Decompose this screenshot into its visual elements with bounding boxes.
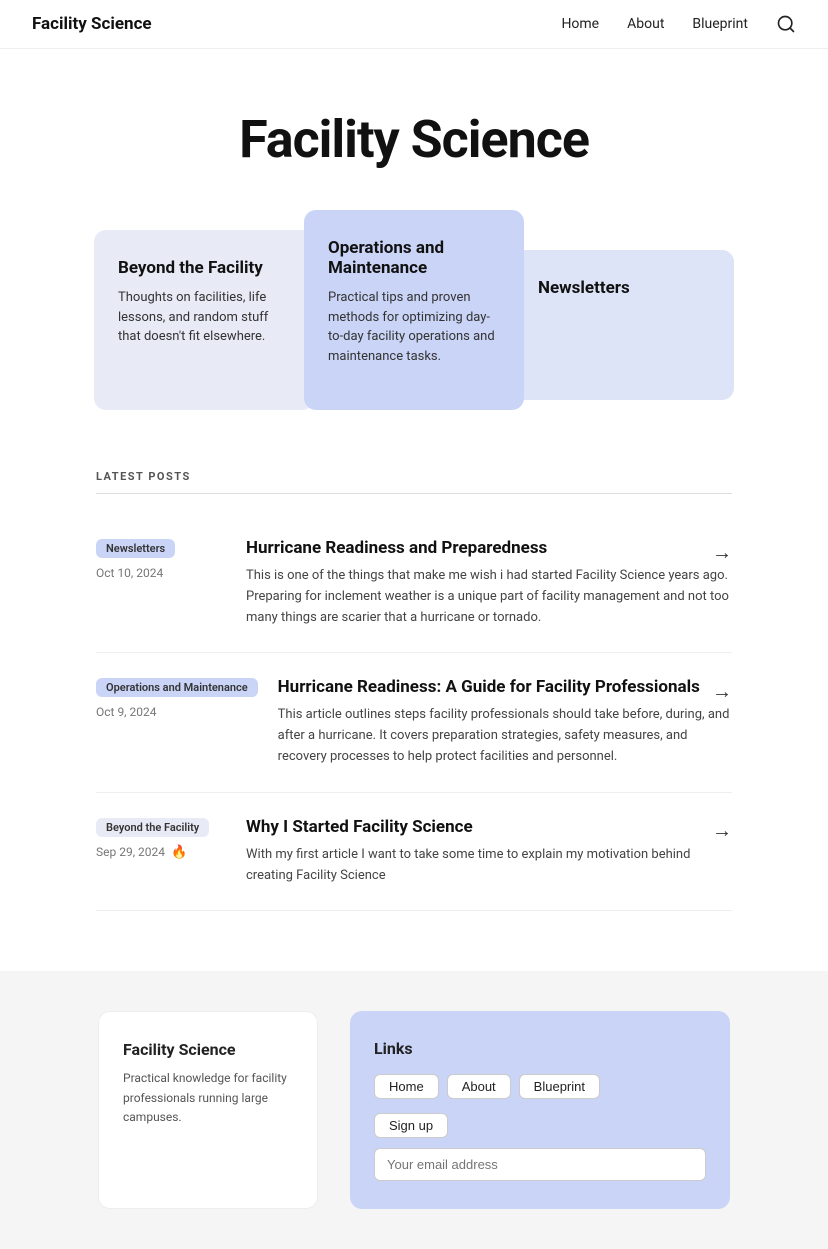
card-ops-desc: Practical tips and proven methods for op… (328, 288, 500, 366)
post-title[interactable]: Hurricane Readiness and Preparedness (246, 538, 547, 558)
post-meta: Newsletters Oct 10, 2024 (96, 538, 226, 580)
arrow-icon[interactable]: → (712, 679, 732, 704)
post-item: Newsletters Oct 10, 2024 Hurricane Readi… (96, 514, 732, 653)
post-desc: With my first article I want to take som… (246, 845, 732, 887)
nav-links: Home About Blueprint (561, 14, 796, 34)
post-tag[interactable]: Newsletters (96, 539, 175, 558)
post-tag[interactable]: Beyond the Facility (96, 818, 209, 837)
post-title[interactable]: Why I Started Facility Science (246, 817, 473, 837)
nav-logo[interactable]: Facility Science (32, 14, 152, 34)
card-ops[interactable]: Operations and Maintenance Practical tip… (304, 210, 524, 410)
post-item: Beyond the Facility Sep 29, 2024🔥 Why I … (96, 793, 732, 912)
post-meta: Beyond the Facility Sep 29, 2024🔥 (96, 817, 226, 860)
hero-section: Facility Science (0, 49, 828, 210)
post-header: Hurricane Readiness and Preparedness → (246, 538, 732, 566)
arrow-icon[interactable]: → (712, 540, 732, 565)
footer-links-row: Home About Blueprint (374, 1074, 706, 1099)
post-tag[interactable]: Operations and Maintenance (96, 678, 258, 697)
post-title[interactable]: Hurricane Readiness: A Guide for Facilit… (278, 677, 700, 697)
footer-links-title: Links (374, 1039, 706, 1058)
fire-icon: 🔥 (171, 845, 187, 860)
post-date: Sep 29, 2024🔥 (96, 845, 226, 860)
latest-label: LATEST POSTS (96, 470, 732, 494)
card-beyond-desc: Thoughts on facilities, life lessons, an… (118, 288, 290, 347)
arrow-icon[interactable]: → (712, 818, 732, 843)
footer-left: Facility Science Practical knowledge for… (98, 1011, 318, 1209)
post-item: Operations and Maintenance Oct 9, 2024 H… (96, 653, 732, 792)
post-header: Why I Started Facility Science → (246, 817, 732, 845)
post-content: Why I Started Facility Science → With my… (246, 817, 732, 887)
navbar: Facility Science Home About Blueprint (0, 0, 828, 49)
signup-button[interactable]: Sign up (374, 1113, 448, 1138)
footer-link-button[interactable]: About (447, 1074, 511, 1099)
email-input[interactable] (374, 1148, 706, 1181)
footer-link-button[interactable]: Blueprint (519, 1074, 600, 1099)
hero-title: Facility Science (20, 109, 808, 170)
post-date: Oct 10, 2024 (96, 566, 226, 580)
card-newsletters[interactable]: Newsletters (514, 250, 734, 400)
post-header: Hurricane Readiness: A Guide for Facilit… (278, 677, 732, 705)
post-date: Oct 9, 2024 (96, 705, 258, 719)
footer: Facility Science Practical knowledge for… (0, 971, 828, 1249)
nav-link-blueprint[interactable]: Blueprint (692, 16, 748, 32)
post-meta: Operations and Maintenance Oct 9, 2024 (96, 677, 258, 719)
post-content: Hurricane Readiness and Preparedness → T… (246, 538, 732, 628)
card-beyond[interactable]: Beyond the Facility Thoughts on faciliti… (94, 230, 314, 410)
post-content: Hurricane Readiness: A Guide for Facilit… (278, 677, 732, 767)
latest-posts-section: LATEST POSTS Newsletters Oct 10, 2024 Hu… (64, 470, 764, 971)
card-ops-title: Operations and Maintenance (328, 238, 500, 278)
footer-right: Links Home About Blueprint Sign up (350, 1011, 730, 1209)
footer-link-button[interactable]: Home (374, 1074, 439, 1099)
posts-container: Newsletters Oct 10, 2024 Hurricane Readi… (96, 514, 732, 911)
search-icon[interactable] (776, 14, 796, 34)
cards-row: Beyond the Facility Thoughts on faciliti… (24, 210, 804, 470)
nav-link-about[interactable]: About (627, 16, 664, 32)
footer-title: Facility Science (123, 1040, 293, 1059)
card-newsletters-title: Newsletters (538, 278, 710, 298)
footer-signup-wrap: Sign up (374, 1113, 706, 1138)
card-beyond-title: Beyond the Facility (118, 258, 290, 278)
nav-link-home[interactable]: Home (561, 16, 599, 32)
post-desc: This is one of the things that make me w… (246, 566, 732, 628)
post-desc: This article outlines steps facility pro… (278, 705, 732, 767)
footer-desc: Practical knowledge for facility profess… (123, 1069, 293, 1127)
